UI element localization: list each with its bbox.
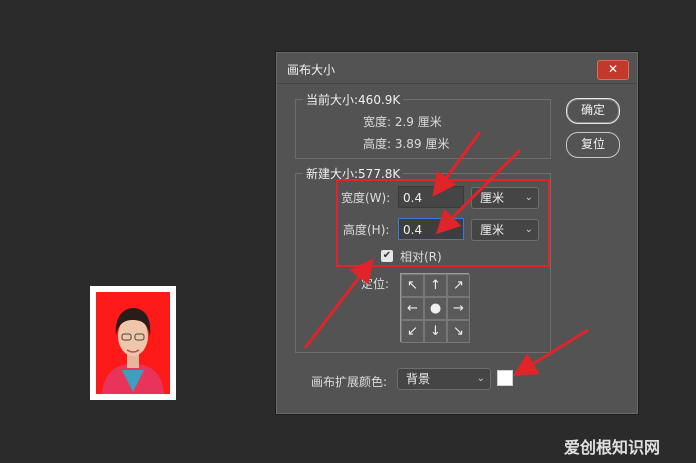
anchor-top[interactable]: ↑ bbox=[424, 274, 447, 297]
arrow-right-icon: → bbox=[453, 301, 464, 316]
arrow-nw-icon: ↖ bbox=[407, 278, 418, 293]
dialog-title: 画布大小 bbox=[287, 63, 336, 77]
chevron-down-icon: ⌄ bbox=[476, 373, 485, 384]
portrait-image bbox=[96, 292, 170, 394]
anchor-label: 定位: bbox=[361, 277, 390, 291]
arrow-left-icon: ← bbox=[407, 301, 418, 316]
extension-color-swatch[interactable] bbox=[497, 370, 513, 386]
arrow-ne-icon: ↗ bbox=[453, 278, 464, 293]
anchor-left[interactable]: ← bbox=[401, 297, 424, 320]
arrow-sw-icon: ↙ bbox=[407, 324, 418, 339]
extension-color-select[interactable]: 背景 ⌄ bbox=[397, 368, 491, 390]
reset-button[interactable]: 复位 bbox=[566, 132, 620, 158]
highlight-box bbox=[336, 179, 550, 267]
current-height-text: 高度: 3.89 厘米 bbox=[363, 137, 450, 151]
close-button[interactable]: ✕ bbox=[597, 60, 629, 80]
anchor-bottom-right[interactable]: ↘ bbox=[447, 320, 470, 343]
current-size-label: 当前大小:460.9K bbox=[303, 91, 404, 108]
anchor-top-right[interactable]: ↗ bbox=[447, 274, 470, 297]
anchor-bottom[interactable]: ↓ bbox=[424, 320, 447, 343]
watermark: 爱创根知识网 bbox=[564, 434, 660, 458]
watermark-text: 爱创根知识网 bbox=[564, 438, 661, 457]
arrow-se-icon: ↘ bbox=[453, 324, 464, 339]
anchor-right[interactable]: → bbox=[447, 297, 470, 320]
anchor-grid: ↖ ↑ ↗ ← ● → ↙ ↓ ↘ bbox=[400, 273, 470, 343]
close-icon: ✕ bbox=[607, 62, 619, 76]
extension-color-label: 画布扩展颜色: bbox=[311, 375, 388, 389]
photo-thumbnail bbox=[90, 286, 176, 400]
ok-button[interactable]: 确定 bbox=[566, 98, 620, 124]
current-width-text: 宽度: 2.9 厘米 bbox=[363, 115, 442, 129]
arrow-down-icon: ↓ bbox=[430, 324, 441, 339]
extension-color-value: 背景 bbox=[406, 372, 431, 386]
arrow-up-icon: ↑ bbox=[430, 278, 441, 293]
anchor-top-left[interactable]: ↖ bbox=[401, 274, 424, 297]
center-dot-icon: ● bbox=[429, 301, 442, 316]
anchor-bottom-left[interactable]: ↙ bbox=[401, 320, 424, 343]
dialog-titlebar: 画布大小 ✕ bbox=[277, 53, 637, 84]
anchor-center[interactable]: ● bbox=[424, 297, 447, 320]
